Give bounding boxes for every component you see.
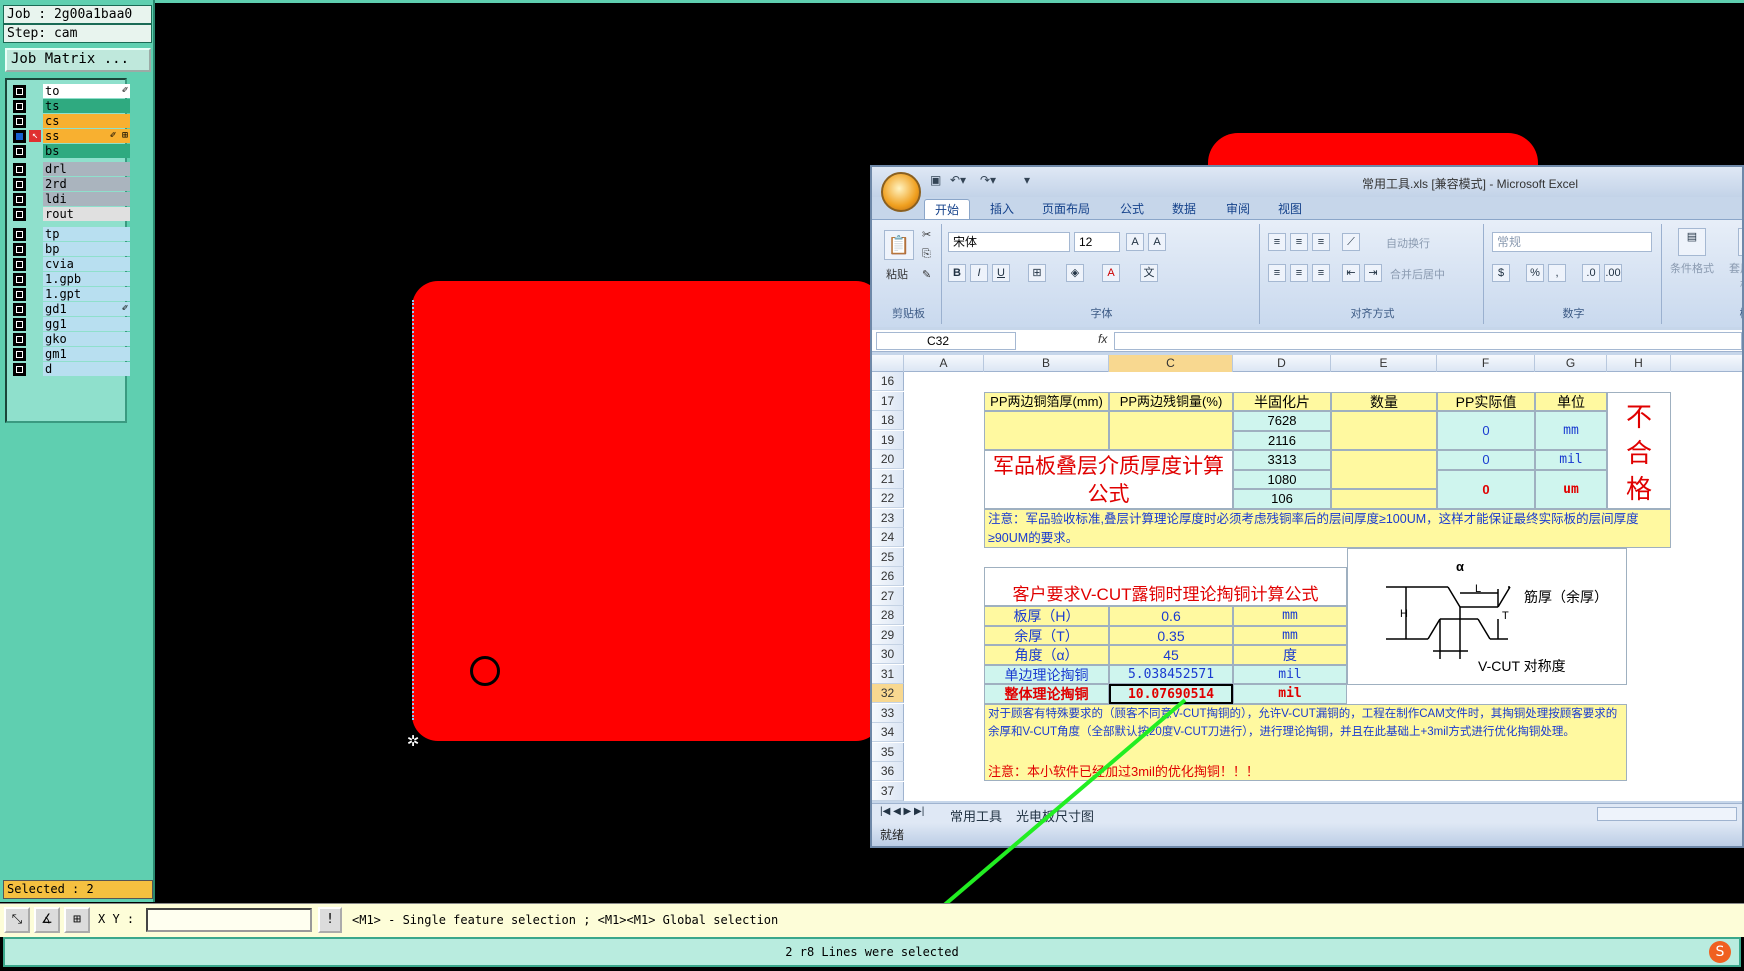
office-button[interactable] xyxy=(881,172,921,212)
alert-icon[interactable]: ! xyxy=(318,907,342,933)
annotation-arrow xyxy=(905,698,1187,938)
mouse-hint: <M1> - Single feature selection ; <M1><M… xyxy=(352,913,779,927)
message-text: 2 r8 Lines were selected xyxy=(785,945,959,959)
message-bar: 2 r8 Lines were selected S xyxy=(3,937,1741,967)
arrow-line xyxy=(913,698,1187,932)
zoom-fit-icon[interactable]: ⤡ xyxy=(4,907,30,933)
measure-icon[interactable]: ∡ xyxy=(34,907,60,933)
snap-grid-icon[interactable]: ⊞ xyxy=(64,907,90,933)
xy-label: X Y : xyxy=(98,912,135,926)
xy-input[interactable] xyxy=(146,908,312,932)
bottom-toolbar: ⤡ ∡ ⊞ X Y : ! <M1> - Single feature sele… xyxy=(0,903,1744,937)
ime-icon[interactable]: S xyxy=(1709,941,1731,963)
genesis-cam-window: Job : 2g00a1baa0 Step: cam Job Matrix ..… xyxy=(0,0,1744,971)
